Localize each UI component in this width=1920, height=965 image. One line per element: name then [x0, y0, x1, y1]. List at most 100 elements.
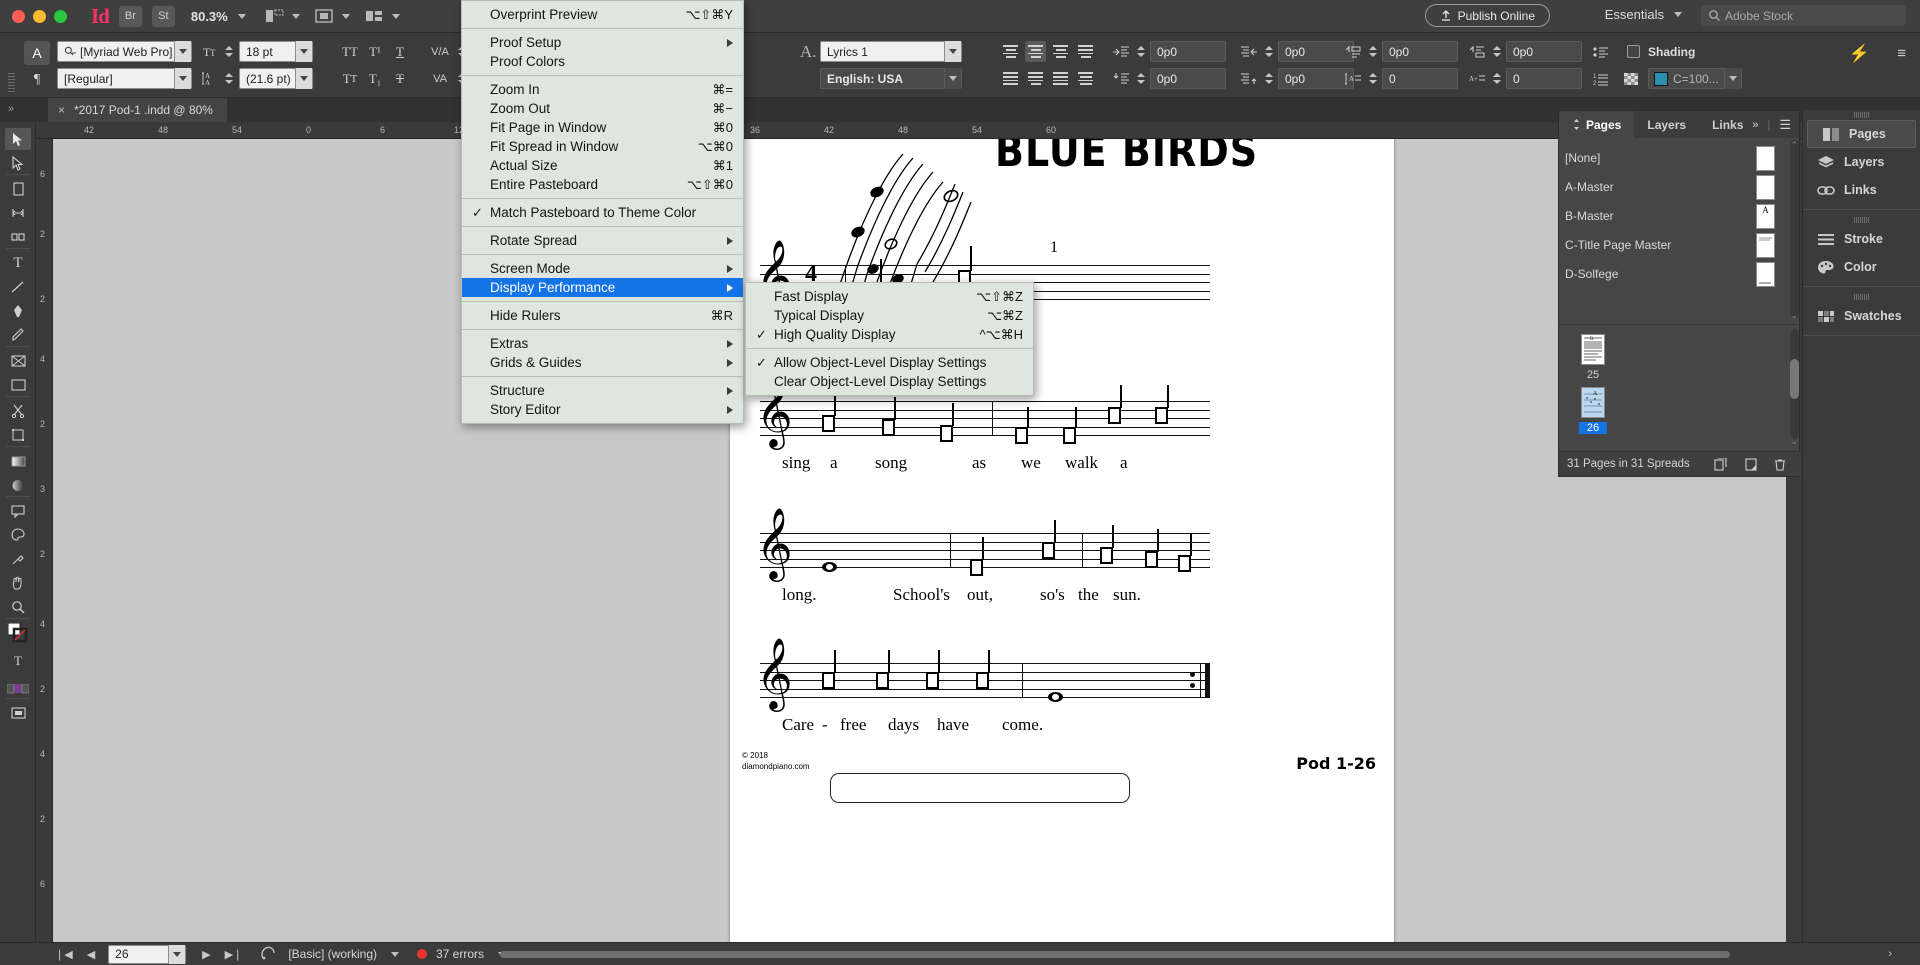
- panel-overflow-icon[interactable]: »: [1752, 119, 1758, 131]
- direct-selection-tool[interactable]: [5, 152, 31, 174]
- panel-dock-right[interactable]: Pages Layers Links Stroke Color Swatches: [1802, 110, 1920, 942]
- keyboard-diagram-frame[interactable]: [830, 773, 1130, 803]
- staff-system-4[interactable]: 𝄞: [756, 642, 1210, 704]
- last-line-indent-stepper[interactable]: [1262, 68, 1275, 89]
- page-thumbnail-26[interactable]: A: [1581, 387, 1605, 418]
- fill-stroke-swatch[interactable]: [5, 622, 31, 644]
- vertical-ruler[interactable]: 6 2 2 4 2 3 2 4 2 4 2 6: [36, 139, 53, 942]
- space-after-field[interactable]: 0p0: [1506, 41, 1582, 62]
- screen-mode-chevron-icon[interactable]: [341, 13, 350, 19]
- left-indent-field[interactable]: 0p0: [1150, 41, 1226, 62]
- delete-page-icon[interactable]: [1774, 458, 1786, 471]
- quick-apply-lightning-icon[interactable]: ⚡: [1849, 43, 1870, 64]
- zoom-dropdown-chevron-icon[interactable]: [237, 13, 246, 19]
- superscript-button[interactable]: T¹: [365, 41, 385, 62]
- dock-grip-2[interactable]: [1803, 215, 1920, 225]
- color-theme-tool[interactable]: [5, 524, 31, 546]
- workspace-switcher[interactable]: Essentials: [1605, 7, 1682, 22]
- leading-stepper[interactable]: [222, 68, 235, 89]
- master-thumbnail[interactable]: [1756, 262, 1775, 287]
- tab-layers[interactable]: Layers: [1634, 111, 1699, 138]
- preflight-chevron-icon[interactable]: [391, 951, 399, 957]
- font-family-chevron-icon[interactable]: [174, 41, 191, 62]
- page-number-chevron-icon[interactable]: [168, 944, 186, 964]
- page-number-26[interactable]: 26: [1579, 422, 1607, 434]
- dock-grip-1[interactable]: [1803, 110, 1920, 120]
- note-head[interactable]: [970, 559, 983, 576]
- sidebar-item-swatches[interactable]: Swatches: [1803, 302, 1920, 330]
- submenu-item-fast-display[interactable]: Fast Display ⌥⇧⌘Z: [746, 287, 1033, 306]
- space-before-field[interactable]: 0p0: [1382, 41, 1458, 62]
- type-tool[interactable]: T: [5, 252, 31, 274]
- strikethrough-button[interactable]: T: [390, 68, 410, 89]
- font-size-field[interactable]: 18 pt: [239, 41, 313, 62]
- language-field[interactable]: English: USA: [820, 68, 962, 89]
- tab-links[interactable]: Links: [1699, 111, 1756, 138]
- tab-pages[interactable]: Pages: [1559, 111, 1635, 138]
- menu-item-hide-rulers[interactable]: Hide Rulers ⌘R: [462, 306, 743, 325]
- menu-item-display-performance[interactable]: Display Performance: [462, 278, 743, 297]
- masters-scrollbar[interactable]: [1790, 140, 1799, 318]
- page-number-field[interactable]: 26: [108, 944, 187, 964]
- stock-button[interactable]: St: [151, 5, 175, 27]
- font-style-field[interactable]: [Regular]: [57, 68, 192, 89]
- previous-page-button[interactable]: ◀: [87, 948, 95, 961]
- free-transform-tool[interactable]: [5, 424, 31, 446]
- menu-item-fit-page-in-window[interactable]: Fit Page in Window ⌘0: [462, 118, 743, 137]
- sidebar-item-stroke[interactable]: Stroke: [1803, 225, 1920, 253]
- panel-expand-icon[interactable]: »: [8, 103, 14, 115]
- note-head[interactable]: [1155, 407, 1168, 424]
- master-thumbnail[interactable]: [1756, 233, 1775, 258]
- note-head[interactable]: [822, 672, 835, 689]
- apply-color-button[interactable]: [5, 678, 31, 700]
- menu-item-proof-setup[interactable]: Proof Setup: [462, 33, 743, 52]
- paragraph-style-field[interactable]: Lyrics 1: [820, 41, 962, 62]
- underline-button[interactable]: T: [390, 41, 410, 62]
- align-right-button[interactable]: [1050, 41, 1071, 62]
- font-size-chevron-icon[interactable]: [295, 41, 312, 62]
- drop-cap-chars-stepper[interactable]: [1490, 68, 1503, 89]
- layout-view-chevron-icon[interactable]: [291, 13, 300, 19]
- note-head[interactable]: [876, 672, 889, 689]
- shading-checkbox[interactable]: [1627, 45, 1640, 58]
- pen-tool[interactable]: [5, 300, 31, 322]
- menu-item-zoom-out[interactable]: Zoom Out ⌘−: [462, 99, 743, 118]
- document-page[interactable]: BLUE BIRDS 1 𝄞 4 𝄞 sing a song as we wal…: [730, 139, 1394, 942]
- small-caps-button[interactable]: TT: [340, 68, 360, 89]
- master-row-b[interactable]: B-Master A: [1559, 204, 1787, 229]
- note-head[interactable]: [822, 415, 835, 432]
- shading-pattern-icon[interactable]: [1620, 68, 1642, 89]
- justify-right-button[interactable]: [1050, 68, 1071, 89]
- space-before-stepper[interactable]: [1366, 41, 1379, 62]
- master-row-none[interactable]: [None]: [1559, 146, 1787, 171]
- close-window-button[interactable]: [12, 9, 25, 23]
- pages-panel[interactable]: Pages Layers Links » | ☰ [None] A-Master: [1558, 110, 1801, 477]
- master-thumbnail[interactable]: [1756, 175, 1775, 200]
- note-head[interactable]: [940, 425, 953, 442]
- menu-item-entire-pasteboard[interactable]: Entire Pasteboard ⌥⇧⌘0: [462, 175, 743, 194]
- language-chevron-icon[interactable]: [944, 68, 961, 89]
- control-bar-grip[interactable]: [8, 73, 15, 93]
- master-thumbnail[interactable]: A: [1756, 204, 1775, 229]
- rectangle-frame-tool[interactable]: [5, 350, 31, 372]
- space-after-stepper[interactable]: [1490, 41, 1503, 62]
- menu-item-structure[interactable]: Structure: [462, 381, 743, 400]
- pages-scrollbar[interactable]: [1790, 329, 1799, 439]
- drop-cap-lines-field[interactable]: 0: [1382, 68, 1458, 89]
- right-indent-stepper[interactable]: [1262, 41, 1275, 62]
- duplicate-page-icon[interactable]: [1745, 457, 1758, 471]
- formatting-affects-text[interactable]: T: [5, 650, 31, 672]
- note-head[interactable]: [976, 672, 989, 689]
- panel-menu-icon[interactable]: ☰: [1779, 117, 1791, 133]
- menu-item-actual-size[interactable]: Actual Size ⌘1: [462, 156, 743, 175]
- layout-view-icon[interactable]: [264, 7, 286, 25]
- document-canvas[interactable]: BLUE BIRDS 1 𝄞 4 𝄞 sing a song as we wal…: [53, 139, 1786, 942]
- menu-item-rotate-spread[interactable]: Rotate Spread: [462, 231, 743, 250]
- sidebar-item-pages[interactable]: Pages: [1807, 120, 1916, 148]
- note-head[interactable]: [926, 672, 939, 689]
- note-head[interactable]: [1145, 551, 1158, 568]
- zoom-level-value[interactable]: 80.3%: [191, 9, 228, 24]
- first-page-button[interactable]: ❘◀: [55, 948, 73, 961]
- note-head[interactable]: [1108, 407, 1121, 424]
- menu-item-overprint-preview[interactable]: Overprint Preview ⌥⇧⌘Y: [462, 5, 743, 24]
